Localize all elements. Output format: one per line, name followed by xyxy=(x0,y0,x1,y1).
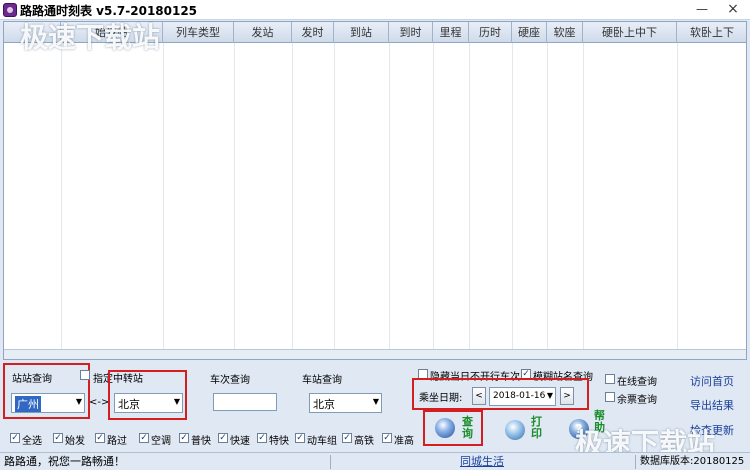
train-type-checkbox[interactable]: ✓ xyxy=(218,433,228,443)
results-grid[interactable]: 始发站 列车类型 发站 发时 到站 到时 里程 历时 硬座 软座 硬卧上中下 软… xyxy=(3,21,747,360)
from-station-combo[interactable]: 广州 ▼ xyxy=(11,393,85,413)
query-button-label: 查询 xyxy=(462,415,473,440)
column-divider xyxy=(512,43,513,359)
dropdown-arrow-icon: ▼ xyxy=(372,397,379,406)
column-header[interactable]: 软座 xyxy=(547,22,583,43)
column-divider xyxy=(469,43,470,359)
dropdown-arrow-icon: ▼ xyxy=(75,397,82,406)
column-header[interactable]: 始发站 xyxy=(61,22,163,43)
to-station-value: 北京 xyxy=(118,398,140,411)
export-link[interactable]: 导出结果 xyxy=(690,397,734,413)
train-type-label: 全选 xyxy=(22,436,42,447)
dropdown-arrow-icon: ▼ xyxy=(173,397,180,406)
train-type-checkbox[interactable]: ✓ xyxy=(382,433,392,443)
minimize-button[interactable]: — xyxy=(692,1,712,17)
column-header[interactable]: 到时 xyxy=(389,22,433,43)
db-version: 数据库版本:20180125 xyxy=(640,456,745,467)
app-logo-icon xyxy=(3,3,17,17)
column-divider xyxy=(433,43,434,359)
search-icon xyxy=(435,418,455,438)
next-date-button[interactable]: > xyxy=(560,387,574,405)
train-type-label: 特快 xyxy=(269,436,289,447)
column-header[interactable]: 发时 xyxy=(292,22,334,43)
ticket-query-label: 余票查询 xyxy=(617,395,657,406)
column-header[interactable] xyxy=(4,22,61,43)
train-type-checkbox[interactable]: ✓ xyxy=(257,433,267,443)
same-city-link[interactable]: 同城生活 xyxy=(460,453,504,470)
to-station-combo[interactable]: 北京 ▼ xyxy=(114,393,183,413)
print-button[interactable]: 打印 xyxy=(500,413,552,443)
printer-icon xyxy=(505,420,525,440)
date-picker[interactable]: 2018-01-16 ▼ xyxy=(489,387,556,406)
help-button-label: 帮助 xyxy=(594,409,605,434)
column-divider xyxy=(334,43,335,359)
stop-station-combo[interactable]: 北京 ▼ xyxy=(309,393,382,413)
column-header[interactable]: 里程 xyxy=(433,22,469,43)
print-button-label: 打印 xyxy=(531,415,542,440)
column-divider xyxy=(389,43,390,359)
title-bar: 路路通时刻表 v5.7-20180125 — × xyxy=(0,0,750,20)
train-type-label: 快速 xyxy=(230,436,250,447)
swap-button[interactable]: <-> xyxy=(89,397,109,408)
column-divider xyxy=(547,43,548,359)
close-button[interactable]: × xyxy=(722,1,744,17)
query-panel: 站站查询 广州 ▼ 指定中转站 <-> 北京 ▼ 车次查询 车站查询 北京 ▼ … xyxy=(0,360,750,452)
status-separator xyxy=(330,455,331,469)
train-type-label: 始发 xyxy=(65,436,85,447)
column-divider xyxy=(583,43,584,359)
ticket-query-checkbox[interactable] xyxy=(605,392,615,402)
train-type-label: 普快 xyxy=(191,436,211,447)
column-header[interactable]: 发站 xyxy=(234,22,292,43)
column-header[interactable]: 硬卧上中下 xyxy=(583,22,677,43)
column-divider xyxy=(677,43,678,359)
status-message: 路路通，祝您一路畅通！ xyxy=(4,455,125,468)
transfer-checkbox[interactable] xyxy=(80,370,90,380)
train-type-checkbox[interactable]: ✓ xyxy=(179,433,189,443)
status-separator xyxy=(635,455,636,469)
check-update-link[interactable]: 检查更新 xyxy=(690,422,734,438)
train-type-checkbox[interactable]: ✓ xyxy=(53,433,63,443)
train-number-input[interactable] xyxy=(213,393,277,411)
train-type-label: 空调 xyxy=(151,436,171,447)
column-divider xyxy=(163,43,164,359)
column-header[interactable]: 到站 xyxy=(334,22,389,43)
train-type-label: 准高 xyxy=(394,436,414,447)
column-divider xyxy=(234,43,235,359)
date-value: 2018-01-16 xyxy=(493,391,546,401)
grid-header: 始发站 列车类型 发站 发时 到站 到时 里程 历时 硬座 软座 硬卧上中下 软… xyxy=(4,22,746,43)
train-type-checkbox[interactable]: ✓ xyxy=(10,433,20,443)
visit-home-link[interactable]: 访问首页 xyxy=(690,373,734,389)
online-query-label: 在线查询 xyxy=(617,377,657,388)
station-query-label: 站站查询 xyxy=(12,374,52,385)
train-query-label: 车次查询 xyxy=(210,375,250,386)
date-label: 乘坐日期: xyxy=(419,393,463,404)
prev-date-button[interactable]: < xyxy=(472,387,486,405)
train-type-checkbox[interactable]: ✓ xyxy=(342,433,352,443)
train-type-label: 路过 xyxy=(107,436,127,447)
train-type-checkbox[interactable]: ✓ xyxy=(139,433,149,443)
column-header[interactable]: 软卧上下 xyxy=(677,22,746,43)
help-icon: ? xyxy=(569,419,589,439)
column-header[interactable]: 历时 xyxy=(469,22,512,43)
from-station-value: 广州 xyxy=(15,396,41,412)
column-header[interactable]: 硬座 xyxy=(512,22,547,43)
stop-station-value: 北京 xyxy=(313,398,335,411)
train-type-checkbox[interactable]: ✓ xyxy=(295,433,305,443)
status-bar: 路路通，祝您一路畅通！ 同城生活 数据库版本:20180125 xyxy=(0,452,750,470)
column-divider xyxy=(292,43,293,359)
window-title: 路路通时刻表 v5.7-20180125 xyxy=(20,4,198,18)
help-button[interactable]: ? 帮助 xyxy=(565,409,615,443)
train-type-checkbox[interactable]: ✓ xyxy=(95,433,105,443)
column-header[interactable]: 列车类型 xyxy=(163,22,234,43)
dropdown-arrow-icon: ▼ xyxy=(546,391,553,400)
stop-query-label: 车站查询 xyxy=(302,375,342,386)
train-type-label: 高铁 xyxy=(354,436,374,447)
online-query-checkbox[interactable] xyxy=(605,374,615,384)
column-divider xyxy=(61,43,62,359)
grid-footer-bar xyxy=(4,349,746,359)
query-button[interactable]: 查询 xyxy=(427,413,479,443)
train-type-label: 动车组 xyxy=(307,436,337,447)
